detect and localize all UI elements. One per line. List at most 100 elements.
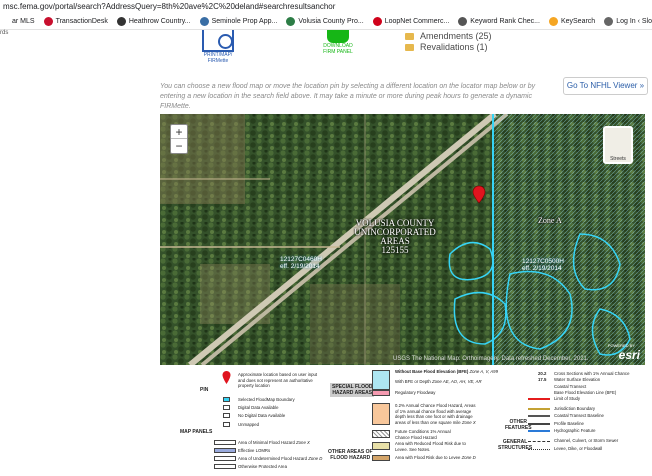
amendments-item[interactable]: Amendments (25): [405, 31, 492, 42]
mp-3: No Digital Data Available: [238, 413, 286, 418]
swatch-no-digital: [223, 413, 230, 418]
print-firmette-button[interactable]: PRINT/MAP/ FIRMette: [200, 30, 236, 64]
map-legend: PIN Approximate location based on user i…: [160, 367, 645, 476]
ma-2: Effective LOMRs: [238, 448, 271, 453]
sf-3: Regulatory Floodway: [395, 390, 436, 395]
bookmark-item[interactable]: Volusia County Pro...: [286, 16, 364, 26]
legend-special-title: SPECIAL FLOOD HAZARD AREAS: [330, 383, 375, 397]
heathrow-icon: [116, 16, 126, 26]
of-5: Limit of Study: [554, 396, 581, 401]
panel-left-number: 12127C0460H: [280, 256, 322, 263]
print-caption-2: FIRMette: [207, 58, 229, 64]
bookmark-item[interactable]: TransactionDesk: [43, 16, 108, 26]
swatch-protected: [214, 464, 236, 469]
of-6: Jurisdiction Boundary: [554, 406, 596, 411]
ma-3: Area of Undetermined Flood Hazard Zone D: [238, 456, 322, 462]
swatch-lomr: [214, 448, 236, 453]
bookmark-item[interactable]: Log In ‹ Sloane Real...: [604, 16, 652, 26]
nfhl-viewer-button[interactable]: Go To NFHL Viewer »: [563, 77, 648, 95]
bookmark-item[interactable]: Keyword Rank Chec...: [458, 16, 540, 26]
ma-3-zone: Zone D: [308, 456, 323, 461]
panel-id-left: 12127C0460H eff. 2/19/2014: [280, 256, 322, 270]
swatch-future: [372, 430, 390, 438]
of-4: Base Flood Elevation Line (BFE): [554, 390, 617, 395]
transactiondesk-icon: [43, 16, 53, 26]
bookmark-label: KeySearch: [560, 17, 596, 25]
ma-1-text: Area of Minimal Flood Hazard: [238, 440, 295, 445]
swatch-reduced-risk: [372, 442, 390, 450]
flood-map[interactable]: + − Streets VOLUSIA COUNTY UNINCORPORATE…: [160, 114, 645, 365]
side-text: rds: [0, 30, 9, 36]
bookmark-item[interactable]: Seminole Prop App...: [199, 16, 277, 26]
info-text: You can choose a new flood map or move t…: [160, 83, 536, 110]
map-credits: USGS The National Map: Orthoimagery. Dat…: [393, 356, 589, 362]
zoom-out-button[interactable]: −: [171, 139, 187, 153]
bookmark-item[interactable]: Heathrow Country...: [116, 16, 191, 26]
of-9: Hydrographic Feature: [554, 428, 596, 433]
revalidations-item[interactable]: Revalidations (1): [405, 42, 492, 53]
of-8: Profile Baseline: [554, 421, 584, 426]
mp-4: Unmapped: [238, 422, 260, 427]
oa-4-text: Area with Flood Risk due to Levee: [395, 455, 461, 460]
panel-id-right: 12127C0500H eff. 2/19/2014: [522, 258, 564, 272]
oa-2-line-2: Chance Flood Hazard: [395, 434, 437, 440]
oa-3: Area with Reduced Flood Risk due to Leve…: [395, 441, 466, 452]
sf-2-text: With BFE or Depth: [395, 379, 431, 384]
globe-icon: [604, 16, 614, 26]
area-label-unincorporated: UNINCORPORATED AREAS: [354, 227, 436, 246]
oa-1-zone: Zone X: [461, 419, 476, 425]
gs-a: Channel, Culvert, or Storm Sewer: [554, 438, 619, 443]
pin-text-1: Approximate location based on user input: [238, 372, 318, 377]
swatch-sfha: [372, 370, 390, 390]
oa-2-line-1: Future Conditions 1% Annual: [395, 429, 451, 434]
oa-4: Area with Flood Risk due to Levee Zone D: [395, 455, 476, 461]
gs-b: Levee, Dike, or Floodwall: [554, 446, 603, 451]
bookmark-label: Keyword Rank Chec...: [470, 17, 540, 25]
sf-1-zone: Zone A, V, A99: [469, 369, 498, 374]
basemap-toggle[interactable]: Streets: [603, 126, 633, 164]
of-7: Coastal Transect Baseline: [554, 413, 604, 418]
oa-2: Future Conditions 1% Annual Chance Flood…: [395, 429, 451, 440]
ma-4: Otherwise Protected Area: [238, 464, 287, 469]
folder-icon: [405, 33, 414, 40]
bookmark-item[interactable]: ar MLS: [0, 16, 35, 26]
legend-pin-title: PIN: [200, 387, 209, 393]
ma-3-text: Area of Undetermined Flood Hazard: [238, 456, 308, 461]
oa-1: 0.2% Annual Chance Flood Hazard, Areas o…: [395, 403, 476, 425]
area-label-number: 125155: [381, 245, 409, 255]
swatch-coastal-baseline: [528, 415, 550, 417]
oa-1-line-1: 0.2% Annual Chance Flood Hazard, Areas: [395, 403, 476, 408]
download-firm-panel-button[interactable]: DOWNLOAD FIRM PANEL: [320, 30, 356, 55]
amendments-list: Amendments (25) Revalidations (1): [405, 31, 492, 53]
legend-other-title: OTHER AREAS OF FLOOD HAZARD: [328, 449, 373, 461]
address-bar[interactable]: msc.fema.gov/portal/search?AddressQuery=…: [0, 0, 652, 13]
special-title-2: HAZARD AREAS: [332, 390, 373, 396]
mp-1: Selected FloodMap Boundary: [238, 397, 295, 402]
keysearch-icon: [548, 16, 558, 26]
bookmark-item[interactable]: LoopNet Commerc...: [372, 16, 449, 26]
swatch-levee: [528, 449, 550, 450]
swatch-undetermined: [214, 456, 236, 461]
sf-1: Without Base Flood Elevation (BFE) Zone …: [395, 369, 498, 375]
swatch-minimal-hazard: [214, 440, 236, 445]
mp-2: Digital Data Available: [238, 405, 279, 410]
panel-right-date: eff. 2/19/2014: [522, 265, 562, 272]
swatch-hydro: [528, 430, 550, 432]
of-2: Water Surface Elevation: [554, 377, 601, 382]
download-caption-2: FIRM PANEL: [323, 49, 353, 55]
folder-icon: [405, 44, 414, 51]
panel-right-number: 12127C0500H: [522, 258, 564, 265]
oa-4-zone: Zone D: [461, 455, 476, 460]
mls-icon: [0, 16, 9, 26]
bookmark-item[interactable]: KeySearch: [548, 16, 596, 26]
gs-title-2: STRUCTURES: [498, 445, 533, 451]
swatch-limit-study: [528, 398, 550, 400]
search-map-icon: [202, 30, 234, 52]
legend-map-panels-title: MAP PANELS: [180, 429, 213, 435]
swatch-jurisdiction: [528, 408, 550, 410]
sf-2-zone: Zone AE, AO, AH, VE, AR: [432, 379, 482, 384]
seminole-icon: [199, 16, 209, 26]
pin-description: Approximate location based on user input…: [238, 372, 317, 389]
other-title-2: FLOOD HAZARD: [330, 455, 371, 461]
zoom-in-button[interactable]: +: [171, 125, 187, 139]
